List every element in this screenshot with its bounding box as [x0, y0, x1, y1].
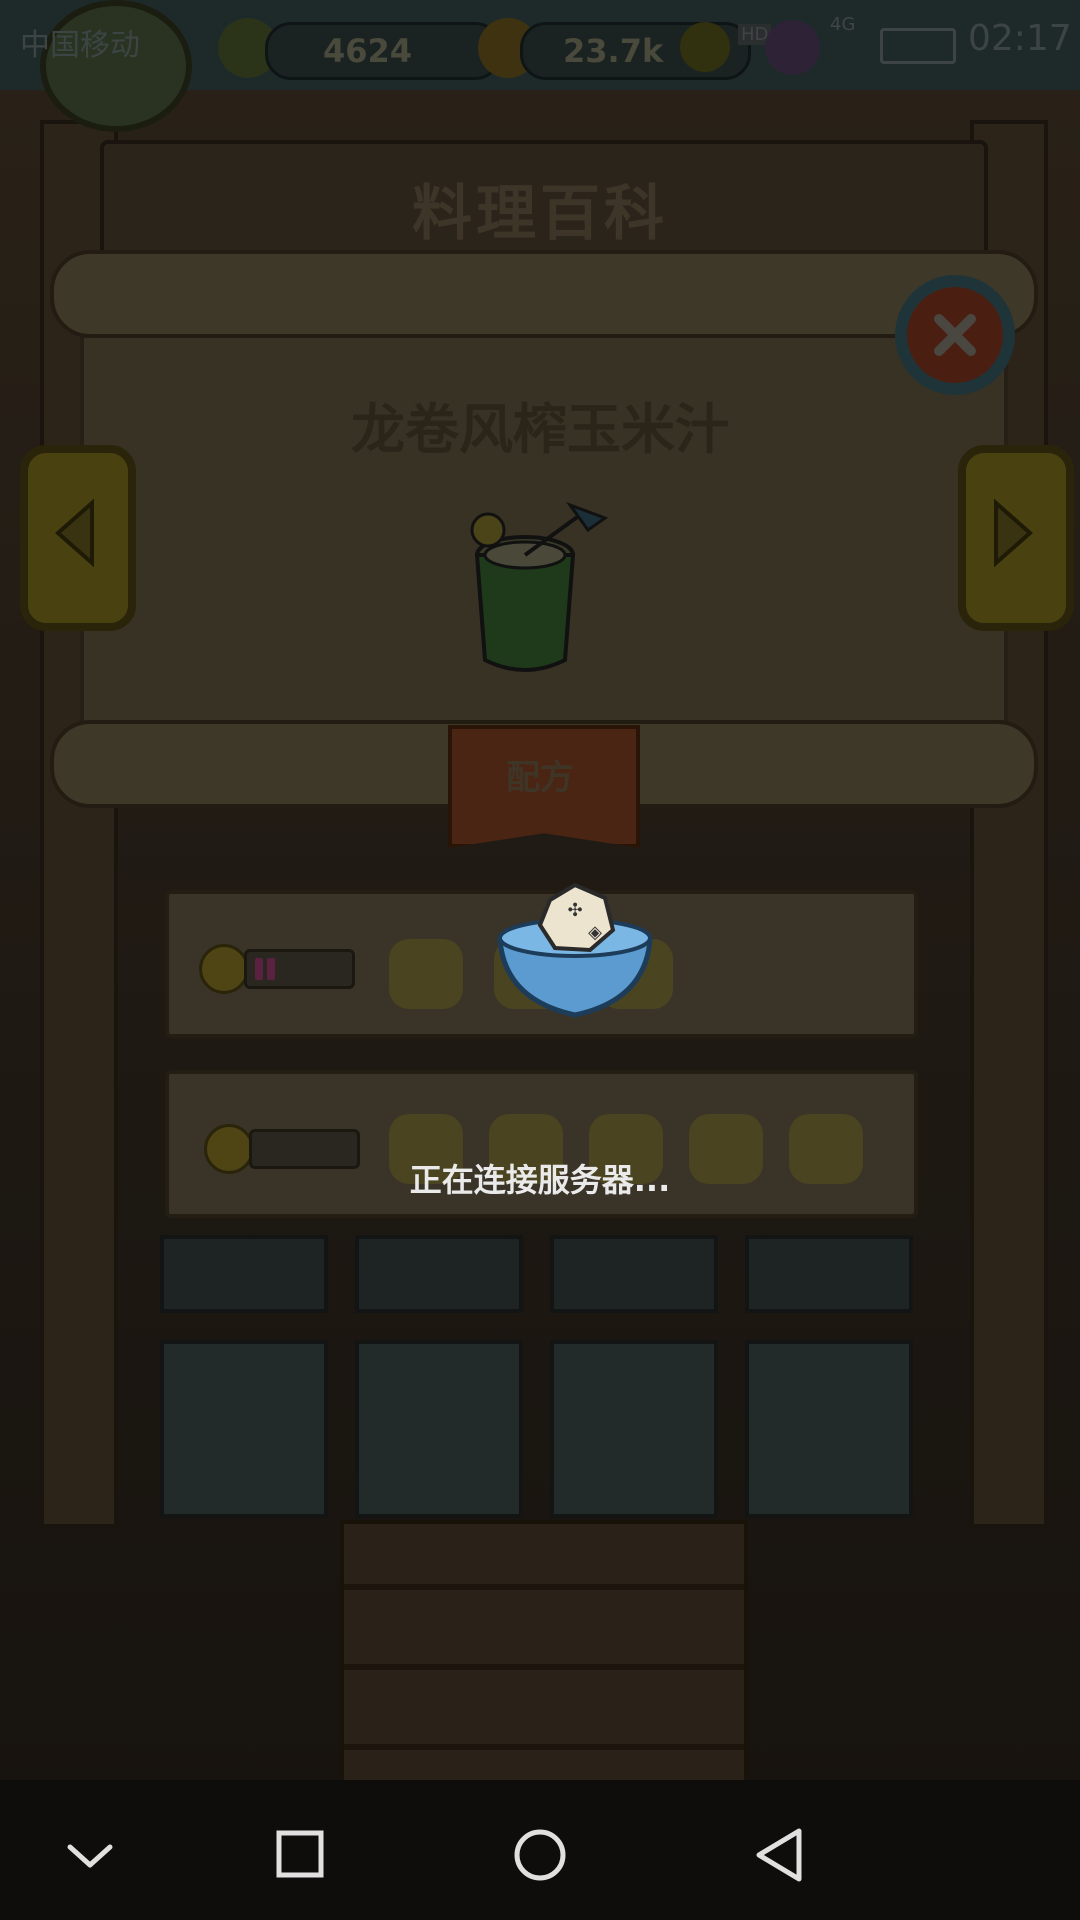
- next-dish-button[interactable]: [958, 445, 1074, 631]
- close-button[interactable]: [895, 275, 1015, 395]
- menu-dish-cell: [745, 1340, 913, 1518]
- gem-counter: 4624: [265, 22, 501, 80]
- menu-dish-cell: [355, 1340, 523, 1518]
- nav-home-button[interactable]: [495, 1815, 585, 1895]
- square-icon: [276, 1830, 324, 1878]
- chevron-down-icon: [67, 1844, 113, 1868]
- svg-text:◈: ◈: [588, 922, 602, 943]
- menu-dish-cell: [550, 1340, 718, 1518]
- add-coin-icon[interactable]: [680, 22, 730, 72]
- sad-face-icon: [204, 1124, 254, 1174]
- arrow-right-icon: [994, 498, 1034, 568]
- circle-icon: [514, 1829, 566, 1881]
- dish-name: 龙卷风榨玉米汁: [351, 398, 729, 461]
- corn-juice-drink-image: [470, 501, 609, 672]
- menu-slot: [355, 1235, 523, 1313]
- menu-slot: [550, 1235, 718, 1313]
- arrow-left-icon: [54, 498, 94, 568]
- satisfaction-bar: [244, 949, 355, 989]
- recipe-tab-label: 配方: [506, 758, 574, 798]
- loading-message: 正在连接服务器...: [409, 1161, 671, 1199]
- potion-icon: [765, 20, 820, 75]
- clock: 02:17: [968, 18, 1072, 59]
- status-bar: 中国移动 4624 23.7k HD 4G 02:17: [0, 0, 1080, 132]
- menu-slot: [745, 1235, 913, 1313]
- corn-icon: [389, 939, 463, 1009]
- prev-dish-button[interactable]: [20, 445, 136, 631]
- menu-dish-cell: [160, 1340, 328, 1518]
- battery-icon: [880, 28, 956, 64]
- nav-back-button[interactable]: [735, 1815, 825, 1895]
- menu-slot: [160, 1235, 328, 1313]
- close-icon: [934, 314, 976, 356]
- network-label: 4G: [830, 14, 856, 35]
- page-title: 料理百科: [412, 179, 668, 249]
- nav-hide-button[interactable]: [45, 1815, 135, 1895]
- scroll-roll-top: [50, 250, 1038, 338]
- triangle-back-icon: [756, 1828, 802, 1882]
- happy-face-icon: [199, 944, 249, 994]
- nav-recents-button[interactable]: [255, 1815, 345, 1895]
- carrier-label: 中国移动: [20, 28, 140, 63]
- svg-text:✣: ✣: [567, 900, 582, 921]
- corn-icon: [789, 1114, 863, 1184]
- loading-dice-bowl-icon: ✣ ◈: [497, 882, 653, 1018]
